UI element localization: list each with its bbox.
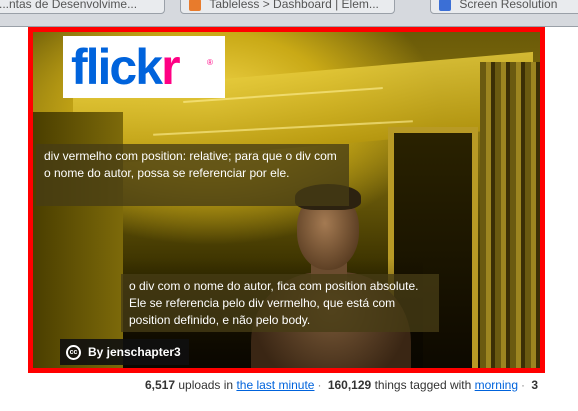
stats-line: 6,517 uploads in the last minute · 160,12… [145,378,538,392]
curtain [480,62,540,368]
stats-tail: 3 [531,378,539,392]
favicon-icon [439,0,451,11]
browser-tab[interactable]: Screen Resolution [430,0,578,14]
tab-label: ...ntas de Desenvolvime... [0,0,138,11]
browser-tab-strip: ...ntas de Desenvolvime... Tableless > D… [0,0,578,27]
author-label: By jenschapter3 [88,345,181,359]
browser-tab[interactable]: ...ntas de Desenvolvime... [0,0,165,14]
separator: · [317,378,322,392]
morning-link[interactable]: morning [475,378,518,392]
separator: · [521,378,525,392]
tab-label: Tableless > Dashboard | Elem... [209,0,379,11]
tagged-text: things tagged with [374,378,472,392]
flickr-logo[interactable]: flickr ® [63,36,225,98]
logo-wordmark: flickr [71,36,181,98]
last-minute-link[interactable]: the last minute [236,378,314,392]
logo-pink-part: r [161,39,181,95]
tab-label: Screen Resolution [459,0,558,11]
uploads-count: 6,517 [145,378,176,392]
note-relative: div vermelho com position: relative; par… [36,144,349,206]
registered-mark: ® [207,58,213,67]
creative-commons-icon: cc [66,345,81,361]
tagged-count: 160,129 [327,378,372,392]
favicon-icon [189,0,201,11]
logo-blue-part: flick [71,39,163,95]
browser-tab[interactable]: Tableless > Dashboard | Elem... [180,0,395,14]
red-relative-div: flickr ® div vermelho com position: rela… [28,27,545,373]
uploads-text: uploads in [178,378,234,392]
author-credit[interactable]: cc By jenschapter3 [60,339,189,365]
note-absolute: o div com o nome do autor, fica com posi… [121,274,439,332]
